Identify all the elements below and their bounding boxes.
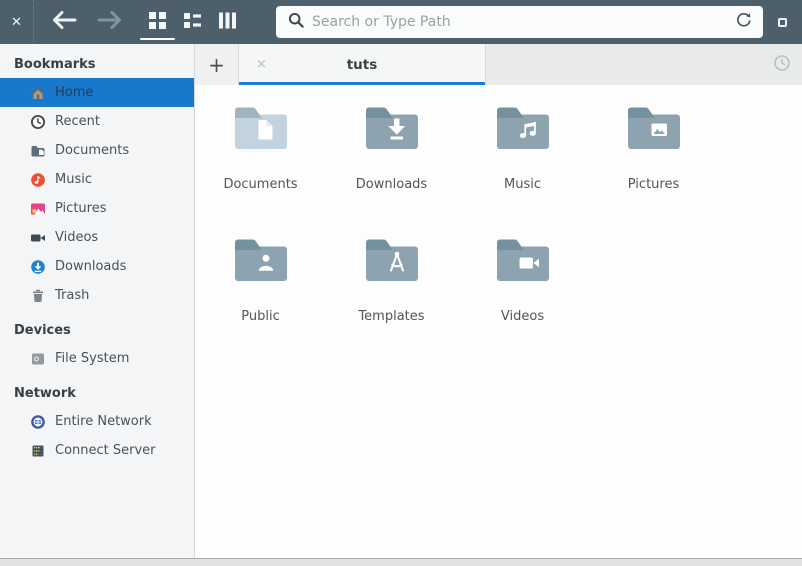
close-icon[interactable]: ✕ bbox=[0, 15, 33, 30]
folder-templates-icon bbox=[364, 237, 420, 283]
history-icon[interactable] bbox=[773, 54, 791, 76]
compact-view-button[interactable] bbox=[219, 12, 236, 33]
file-manager-window: ✕ Search or Type Path Bookmarks Home Rec… bbox=[0, 0, 802, 566]
sidebar-item-label: Connect Server bbox=[55, 443, 156, 458]
folder-item-music[interactable]: Music bbox=[457, 105, 588, 237]
folder-label: Downloads bbox=[355, 177, 428, 192]
folder-item-downloads[interactable]: Downloads bbox=[326, 105, 457, 237]
downloads-icon bbox=[30, 259, 46, 275]
folder-label: Videos bbox=[500, 309, 545, 324]
folder-public-icon bbox=[233, 237, 289, 283]
sidebar-item-label: Recent bbox=[55, 114, 100, 129]
search-bar bbox=[276, 6, 763, 38]
sidebar-item-label: Downloads bbox=[55, 259, 127, 274]
sidebar-item-downloads[interactable]: Downloads bbox=[0, 252, 194, 281]
folder-item-videos[interactable]: Videos bbox=[457, 237, 588, 369]
active-view-underline bbox=[140, 37, 175, 40]
toolbar: ✕ bbox=[0, 0, 802, 44]
tab-bar: + × tuts bbox=[195, 44, 802, 85]
sidebar-item-label: Trash bbox=[55, 288, 90, 303]
refresh-icon bbox=[735, 11, 753, 33]
window-body: Bookmarks Home Recent Documents Music Picture… bbox=[0, 44, 802, 558]
music-icon bbox=[30, 172, 46, 188]
back-button[interactable] bbox=[51, 11, 77, 33]
trash-icon bbox=[30, 288, 46, 304]
search-input[interactable] bbox=[312, 14, 735, 30]
pictures-icon bbox=[30, 201, 46, 217]
search-icon bbox=[288, 12, 304, 32]
new-tab-button[interactable]: + bbox=[195, 44, 239, 85]
main-pane: + × tuts Documents Downloads Music Pictures… bbox=[195, 44, 802, 558]
sidebar-section-header-devices: Devices bbox=[14, 323, 71, 338]
folder-item-pictures[interactable]: Pictures bbox=[588, 105, 719, 237]
sidebar-item-label: Entire Network bbox=[55, 414, 152, 429]
folder-downloads-icon bbox=[364, 105, 420, 151]
folder-item-templates[interactable]: Templates bbox=[326, 237, 457, 369]
back-icon bbox=[51, 11, 77, 33]
list-view-icon bbox=[184, 12, 201, 33]
sidebar-item-label: Home bbox=[55, 85, 94, 100]
list-view-button[interactable] bbox=[184, 12, 201, 33]
folder-label: Documents bbox=[223, 177, 298, 192]
sidebar: Bookmarks Home Recent Documents Music Picture… bbox=[0, 44, 195, 558]
tab-title: tuts bbox=[346, 56, 378, 73]
refresh-button[interactable] bbox=[735, 11, 753, 33]
sidebar-item-trash[interactable]: Trash bbox=[0, 281, 194, 310]
folder-grid: Documents Downloads Music Pictures Public Tem… bbox=[195, 85, 802, 558]
documents-icon bbox=[30, 143, 46, 159]
tab-close-icon[interactable]: × bbox=[256, 57, 267, 72]
folder-item-public[interactable]: Public bbox=[195, 237, 326, 369]
sidebar-item-label: File System bbox=[55, 351, 130, 366]
sidebar-section-header-bookmarks: Bookmarks bbox=[14, 57, 96, 72]
compact-view-icon bbox=[219, 12, 236, 33]
folder-documents-icon bbox=[233, 105, 289, 151]
active-tab-underline bbox=[239, 82, 485, 85]
filesystem-icon bbox=[30, 351, 46, 367]
home-icon bbox=[30, 85, 46, 101]
sidebar-item-entire-network[interactable]: Entire Network bbox=[0, 407, 194, 436]
sidebar-item-connect-server[interactable]: Connect Server bbox=[0, 436, 194, 465]
status-strip bbox=[0, 558, 802, 566]
forward-button[interactable] bbox=[97, 11, 123, 33]
tab-bar-spacer bbox=[486, 44, 802, 85]
sidebar-item-label: Music bbox=[55, 172, 92, 187]
sidebar-item-pictures[interactable]: Pictures bbox=[0, 194, 194, 223]
folder-label: Music bbox=[504, 177, 541, 192]
sidebar-item-music[interactable]: Music bbox=[0, 165, 194, 194]
toolbar-separator bbox=[33, 0, 34, 44]
grid-view-icon bbox=[149, 11, 166, 33]
sidebar-item-home[interactable]: Home bbox=[0, 78, 194, 107]
sidebar-item-recent[interactable]: Recent bbox=[0, 107, 194, 136]
grid-view-button[interactable] bbox=[140, 11, 175, 40]
folder-item-documents[interactable]: Documents bbox=[195, 105, 326, 237]
sidebar-item-label: Documents bbox=[55, 143, 130, 158]
folder-pictures-icon bbox=[626, 105, 682, 151]
view-mode-group bbox=[140, 11, 236, 40]
sidebar-item-file-system[interactable]: File System bbox=[0, 344, 194, 373]
recent-icon bbox=[30, 114, 46, 130]
sidebar-item-videos[interactable]: Videos bbox=[0, 223, 194, 252]
folder-label: Public bbox=[241, 309, 280, 324]
videos-icon bbox=[30, 230, 46, 246]
sidebar-section-header-network: Network bbox=[14, 386, 76, 401]
folder-videos-icon bbox=[495, 237, 551, 283]
folder-label: Templates bbox=[358, 309, 425, 324]
connect-server-icon bbox=[30, 443, 46, 459]
entire-network-icon bbox=[30, 414, 46, 430]
tab-tuts[interactable]: × tuts bbox=[239, 44, 486, 85]
forward-icon bbox=[97, 11, 123, 33]
folder-music-icon bbox=[495, 105, 551, 151]
menu-icon[interactable] bbox=[778, 17, 787, 27]
sidebar-item-documents[interactable]: Documents bbox=[0, 136, 194, 165]
sidebar-item-label: Pictures bbox=[55, 201, 107, 216]
folder-label: Pictures bbox=[627, 177, 680, 192]
sidebar-item-label: Videos bbox=[55, 230, 99, 245]
